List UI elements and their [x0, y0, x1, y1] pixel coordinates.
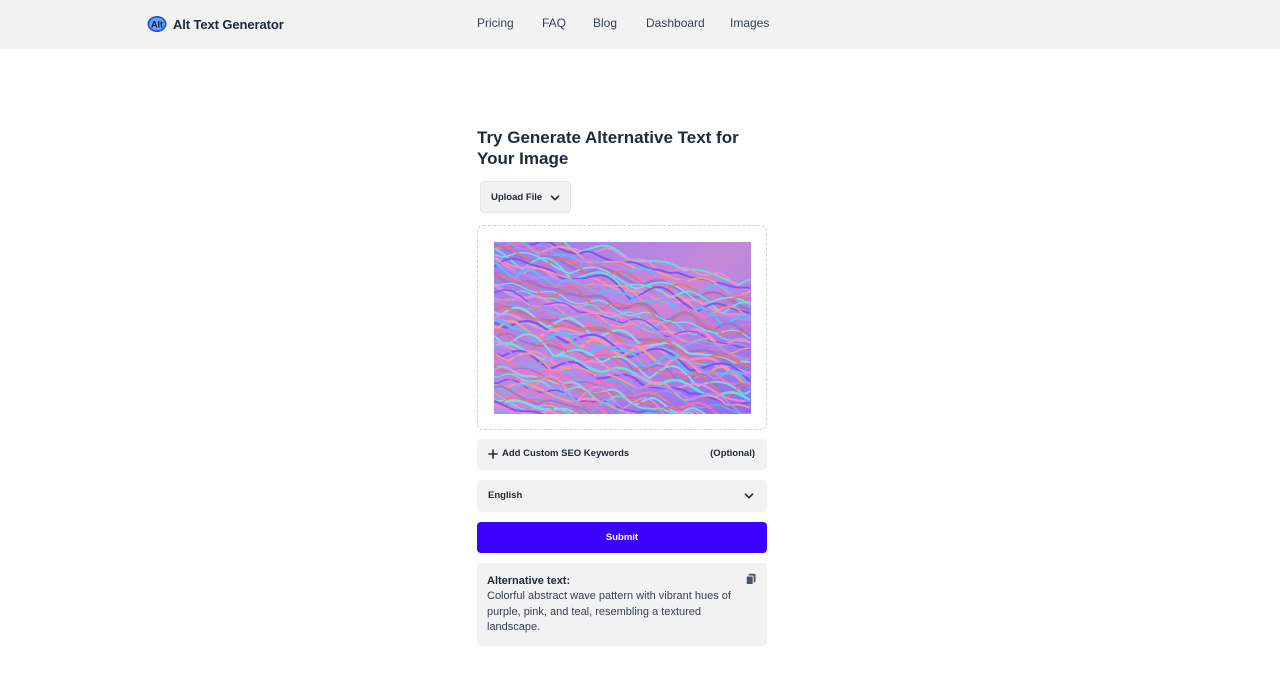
brand-link[interactable]: Alt Alt Text Generator: [147, 14, 284, 34]
nav-link-dashboard[interactable]: Dashboard: [646, 16, 705, 30]
copy-icon[interactable]: [745, 573, 757, 585]
seo-keywords-label: Add Custom SEO Keywords: [502, 448, 630, 459]
alt-logo-icon: Alt: [147, 16, 167, 32]
submit-button[interactable]: Submit: [477, 522, 767, 553]
upload-file-dropdown[interactable]: Upload File: [480, 181, 571, 213]
nav-link-blog[interactable]: Blog: [593, 16, 617, 30]
image-dropzone[interactable]: [477, 225, 767, 430]
svg-text:Alt: Alt: [151, 20, 163, 30]
top-navigation-bar: Alt Alt Text Generator Pricing FAQ Blog …: [0, 0, 1280, 49]
page-title: Try Generate Alternative Text for Your I…: [477, 128, 739, 168]
alt-text-result-panel: Alternative text: Colorful abstract wave…: [477, 563, 767, 646]
optional-label: (Optional): [710, 448, 755, 459]
abstract-wave-image: [494, 242, 751, 414]
alt-text-output: Colorful abstract wave pattern with vibr…: [487, 590, 731, 633]
add-seo-keywords-toggle[interactable]: Add Custom SEO Keywords (Optional): [477, 439, 767, 470]
chevron-down-icon: [744, 493, 754, 499]
language-select[interactable]: English: [477, 480, 767, 512]
nav-link-faq[interactable]: FAQ: [542, 16, 566, 30]
language-selected-value: English: [488, 490, 523, 501]
uploaded-image-preview: [494, 242, 751, 414]
alt-text-label: Alternative text:: [487, 575, 571, 587]
nav-link-pricing[interactable]: Pricing: [477, 16, 514, 30]
nav-link-images[interactable]: Images: [730, 16, 769, 30]
brand-name: Alt Text Generator: [173, 16, 284, 32]
plus-icon: [488, 449, 498, 459]
upload-file-label: Upload File: [491, 191, 543, 203]
chevron-down-icon: [550, 195, 560, 201]
